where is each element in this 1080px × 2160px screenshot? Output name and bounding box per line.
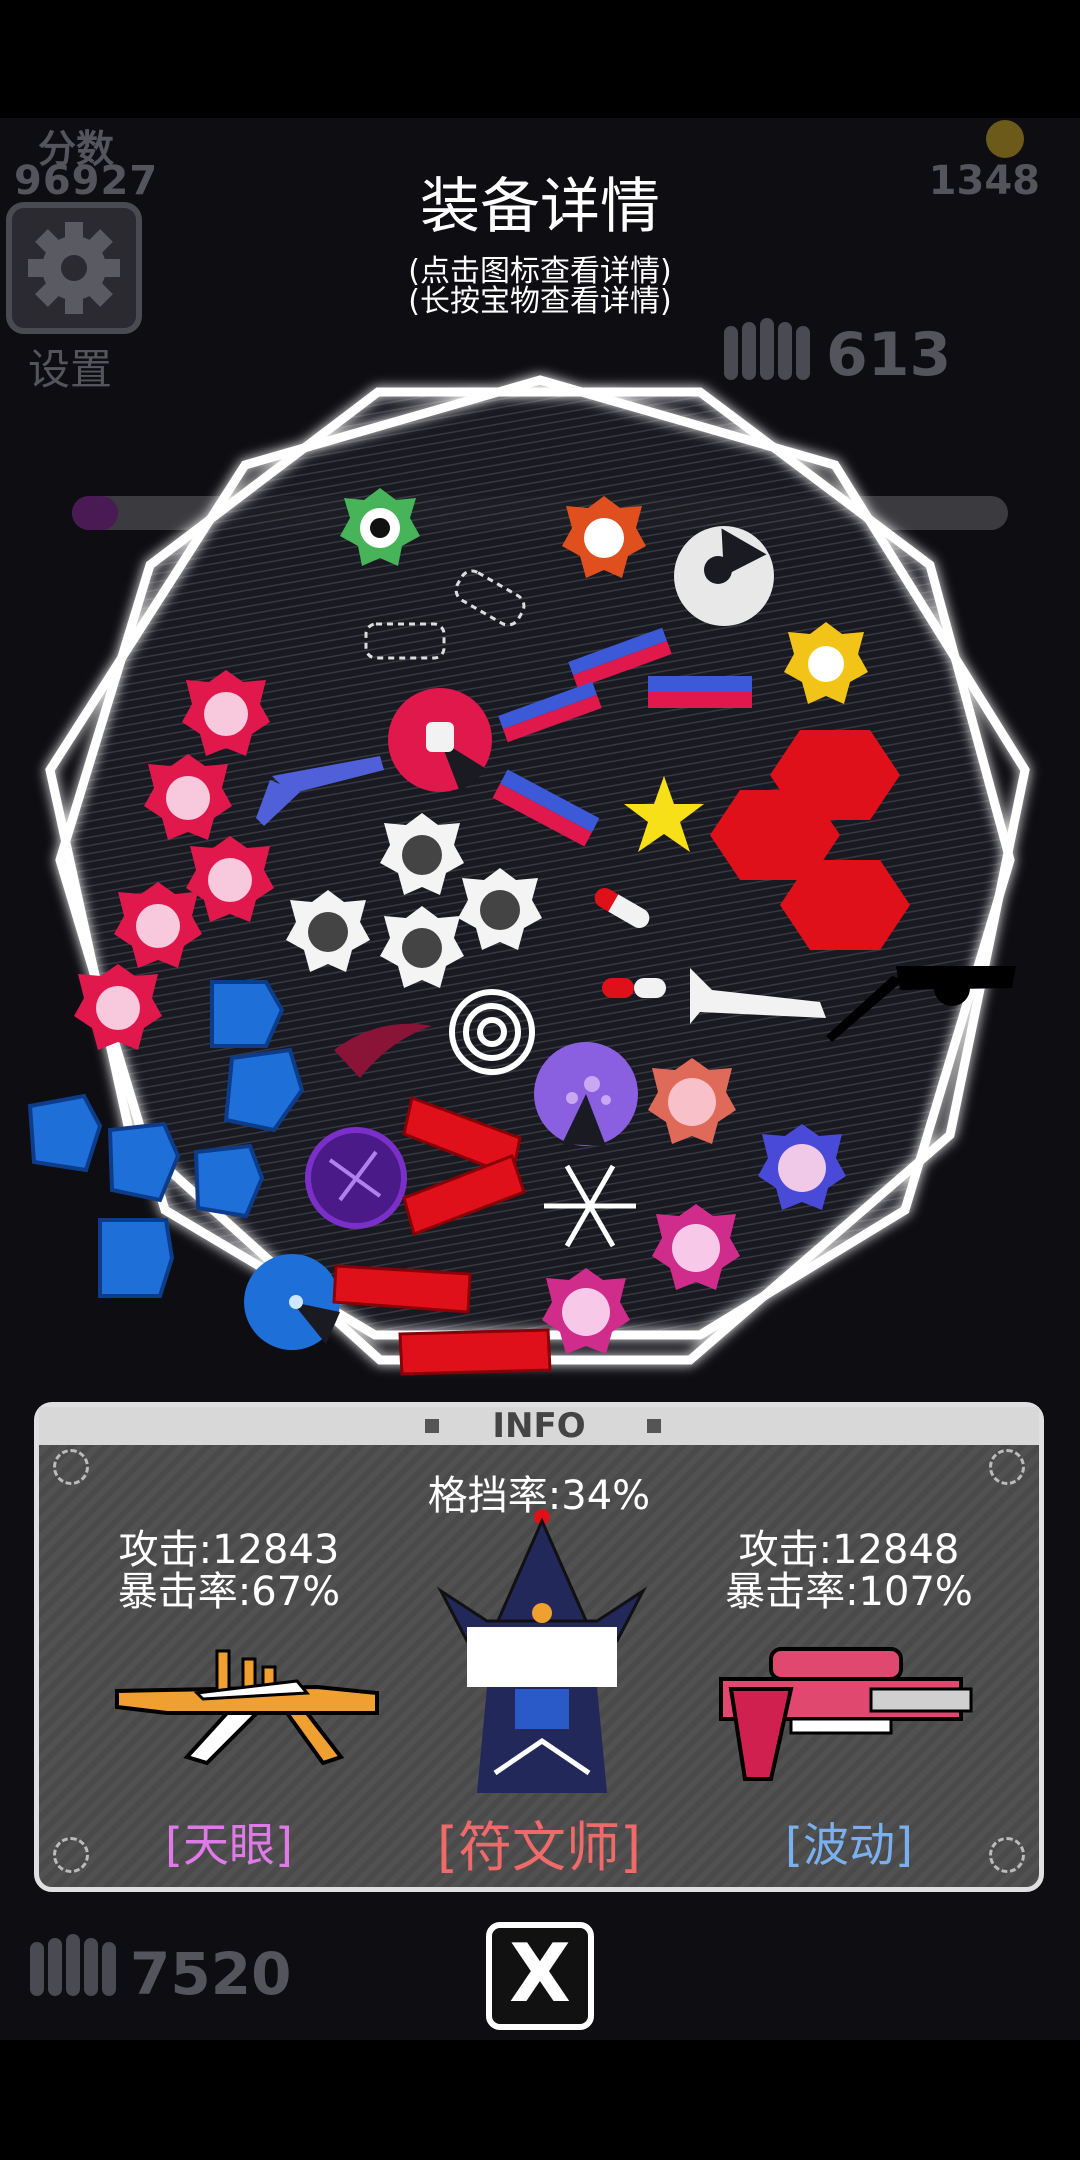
- left-weapon-crit: 暴击率:67%: [117, 1569, 341, 1615]
- dialog-title: 装备详情: [420, 172, 660, 242]
- equipment-showcase: [27, 375, 1030, 1376]
- left-weapon-icon[interactable]: [107, 1633, 389, 1773]
- header-dot-left: [425, 1419, 439, 1433]
- purple-pac-item[interactable]: [534, 1042, 638, 1146]
- header-dot-right: [647, 1419, 661, 1433]
- character-name: [符文师]: [436, 1816, 642, 1879]
- close-button[interactable]: X: [486, 1922, 594, 2030]
- info-title: INFO: [492, 1406, 586, 1446]
- info-header: INFO: [39, 1407, 1039, 1445]
- character-icon[interactable]: [437, 1503, 647, 1793]
- right-weapon-icon[interactable]: [701, 1629, 991, 1789]
- bottom-band: [0, 2040, 1080, 2160]
- bottom-ammo-icon: [30, 1934, 116, 1996]
- red-pac-item[interactable]: [388, 688, 492, 792]
- top-status-band: [0, 0, 1080, 118]
- white-pac-item[interactable]: [674, 526, 774, 626]
- left-weapon-name: [天眼]: [165, 1818, 293, 1872]
- corner-ring-top-left: [53, 1449, 89, 1485]
- right-weapon-crit: 暴击率:107%: [725, 1569, 973, 1615]
- corner-ring-top-right: [989, 1449, 1025, 1485]
- bottom-left-value: 7520: [130, 1940, 292, 2008]
- blue-pac-item[interactable]: [244, 1254, 340, 1350]
- right-weapon-name: [波动]: [785, 1818, 913, 1872]
- gold-coin-icon: [986, 120, 1024, 158]
- purple-orb-item[interactable]: [305, 1127, 407, 1229]
- info-panel: INFO 格挡率:34% 攻击:12843 暴击率:67% [天眼] [符文师]…: [34, 1402, 1044, 1892]
